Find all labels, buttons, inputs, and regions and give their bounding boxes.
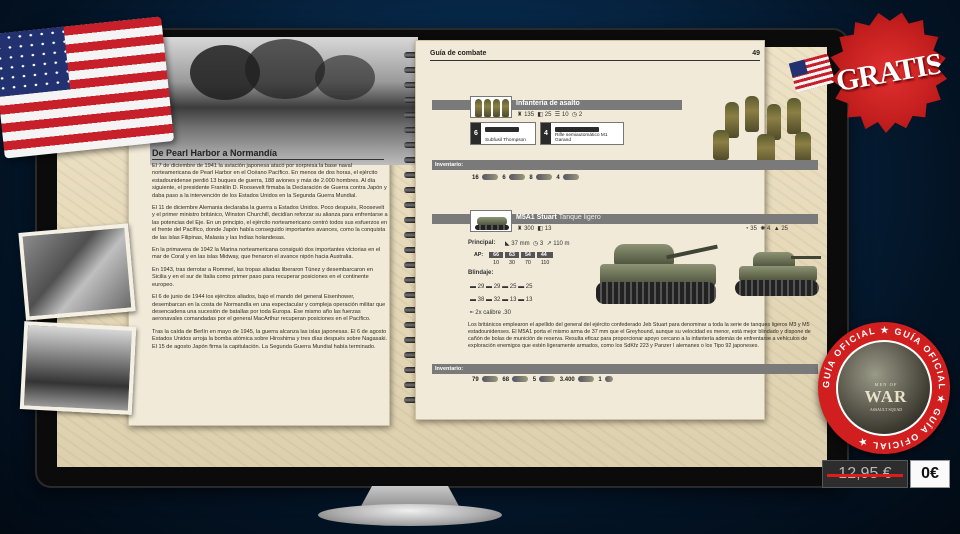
- shell-icon: [539, 376, 556, 382]
- paragraph: El 6 de junio de 1944 los ejércitos alia…: [152, 294, 386, 323]
- smoke-grenade-icon: [535, 174, 552, 180]
- secondary-weapon: ╾ 2x calibre .30: [470, 310, 511, 316]
- tank-portrait: [470, 210, 512, 232]
- tank-description: Los británicos emplearon el apellido del…: [468, 322, 811, 349]
- infantry-inventory-band: Inventario:: [432, 160, 818, 170]
- paragraph: Tras la caída de Berlín en mayo de 1945,…: [152, 328, 388, 350]
- tank-stats-right: ◔ 35 ✺ 4 ▲ 25: [745, 226, 789, 232]
- pearl-harbor-photo: [150, 37, 418, 165]
- left-page-title: De Pearl Harbor a Normandía: [152, 148, 384, 160]
- left-page-body: El 7 de diciembre de 1941 la aviación ja…: [152, 163, 388, 356]
- tank-inventory-band: Inventario:: [432, 364, 818, 374]
- grenade-icon: [508, 174, 525, 180]
- new-price: 0€: [910, 460, 950, 488]
- clock-icon: ◷: [571, 112, 578, 118]
- tank-icon: ▬: [502, 284, 509, 290]
- tank-illustration-small: [735, 244, 821, 302]
- tank-illustration-large: [596, 232, 720, 310]
- tank-icon: ▬: [518, 284, 525, 290]
- infantry-stats: ♜ 135 ◧ 25 ☰ 10 ◷ 2: [517, 112, 583, 118]
- crew-icon: ◧: [537, 226, 544, 232]
- tank-icon: ▬: [470, 284, 476, 290]
- tank-name: M5A1 Stuart Tanque ligero: [516, 214, 601, 221]
- speed-icon: ◔: [745, 226, 749, 232]
- section-title: Guía de combate: [430, 50, 487, 57]
- infantry-portrait: [470, 96, 512, 118]
- principal-values: ◣ 37 mm ◷ 3 ↗ 110 m: [505, 241, 570, 247]
- gear-icon: ✺: [760, 226, 766, 232]
- game-cover: MEN OF WAR ASSAULT SQUAD: [836, 340, 932, 436]
- weapon-garand: 4 Rifle semiautomático M1 Garand: [540, 122, 624, 145]
- range-icon: ↗: [546, 241, 552, 247]
- paragraph: En 1943, tras derrotar a Rommel, las tro…: [152, 266, 373, 288]
- scene: De Pearl Harbor a Normandía El 7 de dici…: [0, 0, 960, 534]
- mine-icon: [562, 174, 579, 180]
- game-logo: MEN OF WAR ASSAULT SQUAD: [864, 382, 908, 412]
- ship-explosion-photo: [19, 321, 137, 415]
- armor-label: Blindaje:: [468, 270, 494, 276]
- strikethrough: [827, 474, 903, 477]
- paragraph: El 7 de diciembre de 1941 la aviación ja…: [152, 163, 387, 199]
- squad-icon: ☰: [554, 112, 561, 118]
- caliber-icon: ◣: [505, 241, 510, 247]
- shell-icon: [512, 376, 529, 382]
- tank-inventory: 79 68 5 3.400 1: [472, 376, 616, 383]
- tank-icon: ▬: [486, 297, 493, 303]
- shield-icon: ◧: [537, 112, 544, 118]
- infantry-name: Infantería de asalto: [516, 100, 580, 107]
- cost-icon: ♜: [517, 226, 523, 232]
- weapon-thompson: 6 Subfusil Thompson: [470, 122, 536, 145]
- grenade-icon: [604, 376, 613, 382]
- official-guide-badge: GUÍA OFICIAL ★ GUÍA OFICIAL ★ GUÍA OFICI…: [818, 322, 950, 454]
- reload-icon: ◷: [532, 241, 539, 247]
- tank-icon: ▬: [518, 297, 525, 303]
- shell-icon: [481, 376, 498, 382]
- paragraph: En la primavera de 1942 la Marina nortea…: [152, 247, 381, 261]
- principal-label: Principal:: [468, 240, 496, 246]
- infantry-inventory: 16 6 8 4: [472, 174, 582, 181]
- ap-table: AP: 66 63 54 44 10 30 70 110: [468, 250, 555, 268]
- old-price: 12,95 €: [822, 460, 908, 488]
- us-flag: [0, 16, 175, 159]
- right-page-header: Guía de combate 49: [430, 50, 760, 57]
- paragraph: El 11 de diciembre Alemania declaraba la…: [152, 205, 388, 241]
- page-number: 49: [752, 50, 760, 57]
- tank-stats: ♜ 300 ◧ 13: [517, 226, 552, 232]
- ammo-icon: [481, 174, 498, 180]
- machine-gun-icon: ╾: [470, 310, 474, 316]
- monitor-stand-base: [318, 504, 502, 526]
- ammo-belt-icon: [577, 376, 594, 382]
- tank-icon: ▬: [486, 284, 493, 290]
- aerial-photo: [18, 223, 136, 321]
- tank-icon: ▬: [502, 297, 509, 303]
- soldier-icon: ♜: [517, 112, 523, 118]
- tank-icon: ▬: [470, 297, 476, 303]
- armor-values: ▬ 29 ▬ 29 ▬ 25 ▬ 25 ▬ 38 ▬ 32 ▬ 13 ▬ 13: [470, 284, 533, 303]
- fuel-icon: ▲: [773, 226, 780, 232]
